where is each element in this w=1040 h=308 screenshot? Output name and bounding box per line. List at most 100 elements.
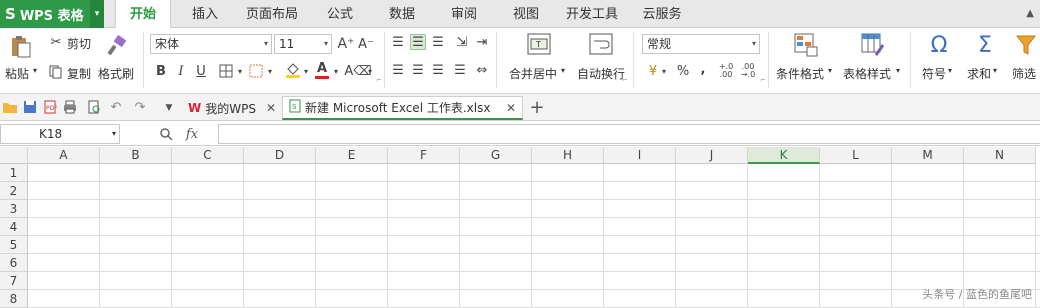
tab-view[interactable]: 视图 (502, 0, 550, 28)
undo-icon[interactable]: ↶ (108, 99, 124, 115)
redo-icon[interactable]: ↷ (132, 99, 148, 115)
font-name-select[interactable]: 宋体 ▾ (150, 34, 272, 54)
name-box[interactable]: K18 ▾ (0, 124, 120, 144)
format-painter-button[interactable]: 格式刷 (98, 65, 134, 82)
row-header-3[interactable]: 3 (0, 200, 28, 218)
symbol-button[interactable]: 符号 (922, 65, 946, 82)
currency-icon[interactable]: ¥ (645, 62, 661, 80)
column-header-c[interactable]: C (172, 147, 244, 164)
spreadsheet-grid[interactable]: ABCDEFGHIJKLMN 12345678 (0, 147, 1040, 308)
copy-icon[interactable] (48, 64, 64, 80)
column-header-i[interactable]: I (604, 147, 676, 164)
justify-icon[interactable]: ☰ (452, 62, 468, 78)
open-folder-icon[interactable] (2, 99, 18, 115)
select-all-corner[interactable] (0, 147, 28, 164)
tab-review[interactable]: 审阅 (440, 0, 488, 28)
format-painter-icon[interactable] (104, 34, 128, 58)
table-style-button[interactable]: 表格样式 (843, 65, 891, 82)
orientation-icon[interactable]: ⇲ (454, 34, 470, 50)
fill-color-icon[interactable] (284, 60, 302, 80)
column-header-k[interactable]: K (748, 147, 820, 164)
column-header-n[interactable]: N (964, 147, 1036, 164)
chevron-down-icon[interactable]: ▾ (660, 64, 668, 78)
increase-font-icon[interactable]: A⁺ (338, 34, 355, 54)
column-header-l[interactable]: L (820, 147, 892, 164)
copy-button[interactable]: 复制 (67, 65, 91, 82)
row-header-5[interactable]: 5 (0, 236, 28, 254)
column-header-e[interactable]: E (316, 147, 388, 164)
chevron-down-icon[interactable]: ▾ (332, 64, 340, 78)
align-middle-icon[interactable]: ☰ (410, 34, 426, 50)
italic-icon[interactable]: I (174, 62, 188, 80)
cut-button[interactable]: 剪切 (67, 35, 91, 52)
conditional-format-icon[interactable] (793, 32, 819, 58)
chevron-down-icon[interactable]: ▾ (90, 0, 104, 28)
row-header-1[interactable]: 1 (0, 164, 28, 182)
tab-formulas[interactable]: 公式 (316, 0, 364, 28)
scissors-icon[interactable]: ✂ (48, 34, 64, 50)
tab-developer[interactable]: 开发工具 (560, 0, 624, 28)
tab-insert[interactable]: 插入 (181, 0, 229, 28)
print-preview-icon[interactable] (86, 99, 102, 115)
merge-center-icon[interactable]: T (526, 32, 552, 56)
omega-icon[interactable]: Ω (926, 32, 952, 58)
dialog-launcher-icon[interactable]: ⌐ (622, 76, 628, 84)
border-icon[interactable] (218, 62, 234, 80)
sum-button[interactable]: 求和 (967, 65, 991, 82)
align-left-icon[interactable]: ☰ (390, 62, 406, 78)
row-header-8[interactable]: 8 (0, 290, 28, 308)
tab-cloud[interactable]: 云服务 (634, 0, 690, 28)
filter-icon[interactable] (1014, 32, 1038, 58)
column-header-a[interactable]: A (28, 147, 100, 164)
new-tab-plus-icon[interactable]: + (528, 97, 546, 118)
wrap-text-icon[interactable] (588, 32, 614, 56)
wrap-text-button[interactable]: 自动换行 (577, 65, 625, 82)
tab-page-layout[interactable]: 页面布局 (240, 0, 304, 28)
row-header-2[interactable]: 2 (0, 182, 28, 200)
paste-button[interactable]: 粘贴 (5, 65, 29, 82)
decrease-decimal-icon[interactable]: .00 →.0 (740, 61, 756, 81)
underline-icon[interactable]: U (194, 62, 208, 80)
filter-button[interactable]: 筛选 (1012, 65, 1036, 82)
paste-icon[interactable] (8, 34, 34, 60)
column-header-j[interactable]: J (676, 147, 748, 164)
print-icon[interactable] (62, 99, 78, 115)
zoom-search-icon[interactable] (158, 125, 174, 143)
bold-icon[interactable]: B (154, 62, 168, 80)
align-top-icon[interactable]: ☰ (390, 34, 406, 50)
chevron-down-icon[interactable]: ▾ (266, 64, 274, 78)
align-bottom-icon[interactable]: ☰ (430, 34, 446, 50)
chevron-down-icon[interactable]: ▾ (33, 66, 37, 75)
number-format-select[interactable]: 常规 ▾ (642, 34, 760, 54)
chevron-down-icon[interactable]: ▾ (302, 64, 310, 78)
close-icon[interactable]: ✕ (266, 101, 276, 115)
distributed-icon[interactable]: ⇔ (474, 62, 490, 78)
formula-input[interactable] (218, 124, 1040, 144)
dialog-launcher-icon[interactable]: ⌐ (376, 76, 382, 84)
chevron-down-icon[interactable]: ▼ (162, 101, 176, 115)
decrease-font-icon[interactable]: A⁻ (358, 34, 374, 54)
chevron-down-icon[interactable]: ▾ (828, 66, 832, 75)
font-size-select[interactable]: 11 ▾ (274, 34, 332, 54)
dialog-launcher-icon[interactable]: ⌐ (760, 76, 766, 84)
conditional-format-button[interactable]: 条件格式 (776, 65, 824, 82)
column-header-b[interactable]: B (100, 147, 172, 164)
column-header-d[interactable]: D (244, 147, 316, 164)
insert-function-icon[interactable]: fx (182, 125, 202, 143)
merge-center-button[interactable]: 合并居中 (509, 65, 557, 82)
chevron-down-icon[interactable]: ▾ (366, 64, 374, 78)
row-header-4[interactable]: 4 (0, 218, 28, 236)
align-right-icon[interactable]: ☰ (430, 62, 446, 78)
tab-data[interactable]: 数据 (378, 0, 426, 28)
tab-workbook[interactable]: S 新建 Microsoft Excel 工作表.xlsx ✕ (282, 96, 523, 120)
chevron-down-icon[interactable]: ▾ (561, 66, 565, 75)
table-style-icon[interactable] (860, 32, 886, 58)
chevron-down-icon[interactable]: ▾ (896, 66, 900, 75)
column-header-f[interactable]: F (388, 147, 460, 164)
clear-format-icon[interactable]: A⌫ (344, 62, 371, 80)
wps-app-menu-button[interactable]: S WPS 表格 ▾ (0, 0, 104, 28)
align-center-icon[interactable]: ☰ (410, 62, 426, 78)
collapse-ribbon-icon[interactable]: ▲ (1026, 8, 1034, 19)
sigma-icon[interactable]: Σ (972, 32, 998, 58)
increase-decimal-icon[interactable]: +.0.00 (718, 61, 734, 81)
